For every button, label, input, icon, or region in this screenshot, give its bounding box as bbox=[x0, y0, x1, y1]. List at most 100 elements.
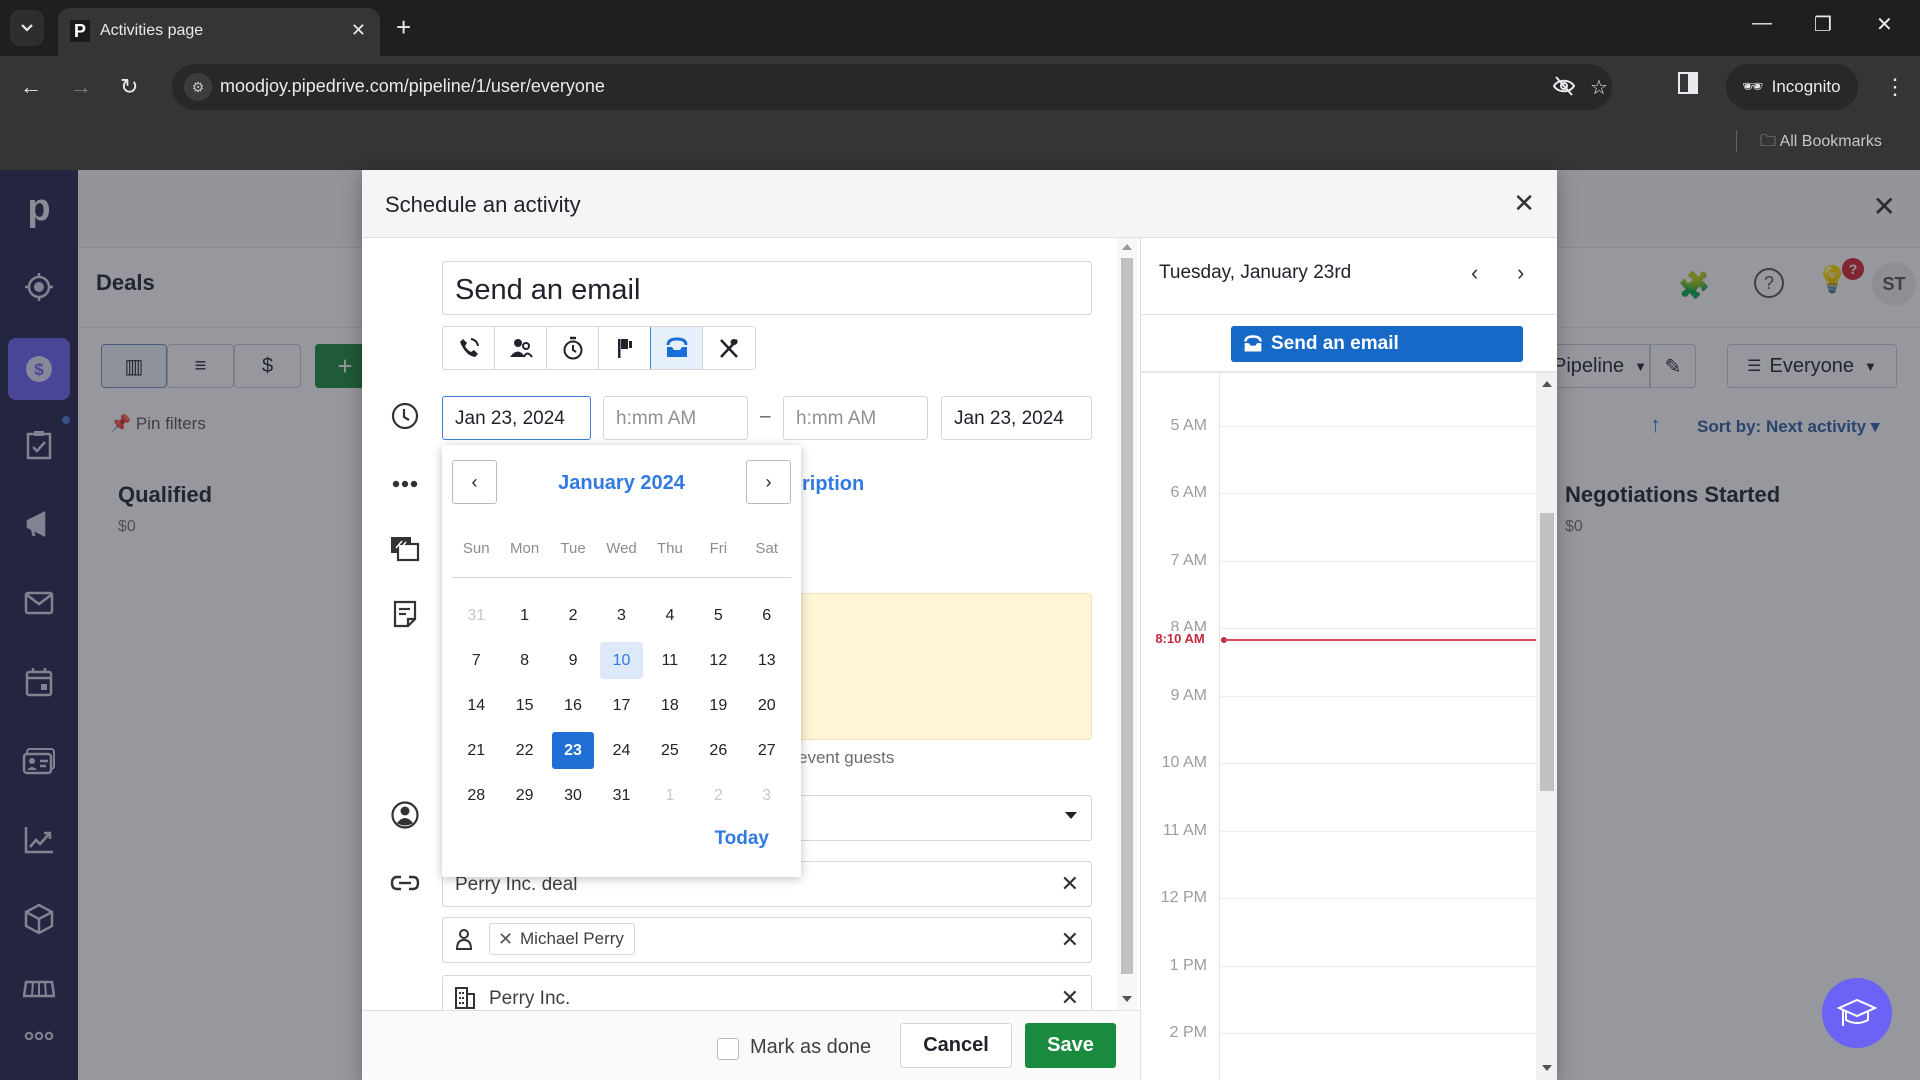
reload-icon[interactable]: ↻ bbox=[120, 74, 138, 100]
type-call-button[interactable] bbox=[443, 327, 495, 369]
calendar-scrollbar[interactable] bbox=[1536, 373, 1557, 1080]
day-cell[interactable]: 28 bbox=[455, 777, 497, 814]
day-cell[interactable]: 10 bbox=[600, 642, 643, 679]
day-cell[interactable]: 31 bbox=[455, 597, 497, 634]
day-cell[interactable]: 1 bbox=[649, 777, 691, 814]
bookmark-star-icon[interactable]: ☆ bbox=[1590, 75, 1608, 100]
type-task-button[interactable] bbox=[547, 327, 599, 369]
scroll-up-arrow-icon[interactable] bbox=[1122, 244, 1132, 250]
new-tab-button[interactable]: + bbox=[396, 12, 411, 42]
start-time-input[interactable]: h:mm AM bbox=[603, 396, 748, 440]
incognito-indicator[interactable]: 🕶 Incognito bbox=[1726, 64, 1858, 110]
assignee-select[interactable] bbox=[762, 795, 1092, 841]
type-deadline-button[interactable] bbox=[599, 327, 651, 369]
day-cell[interactable]: 5 bbox=[697, 597, 739, 634]
day-cell[interactable]: 31 bbox=[600, 777, 642, 814]
weekday-label: Thu bbox=[656, 540, 683, 557]
browser-menu-icon[interactable]: ⋮ bbox=[1884, 74, 1906, 100]
day-cell[interactable]: 14 bbox=[455, 687, 497, 724]
incognito-icon: 🕶 bbox=[1742, 77, 1764, 96]
today-button[interactable]: Today bbox=[714, 828, 769, 850]
day-cell[interactable]: 11 bbox=[649, 642, 691, 679]
day-cell[interactable]: 29 bbox=[503, 777, 545, 814]
back-icon[interactable]: ← bbox=[20, 74, 42, 100]
day-cell[interactable]: 16 bbox=[552, 687, 594, 724]
person-chip: ✕ Michael Perry bbox=[489, 923, 635, 955]
url-text[interactable]: moodjoy.pipedrive.com/pipeline/1/user/ev… bbox=[220, 76, 605, 97]
day-cell[interactable]: 22 bbox=[503, 732, 545, 769]
phone-icon bbox=[459, 338, 479, 357]
day-cell[interactable]: 17 bbox=[600, 687, 642, 724]
calendar-scrollbar-thumb[interactable] bbox=[1540, 513, 1554, 791]
add-description-link[interactable]: ription bbox=[802, 473, 864, 496]
dialog-close-icon[interactable]: ✕ bbox=[1513, 190, 1535, 216]
scroll-down-arrow-icon[interactable] bbox=[1122, 996, 1132, 1002]
scroll-down-arrow-icon[interactable] bbox=[1542, 1065, 1552, 1071]
save-button[interactable]: Save bbox=[1025, 1023, 1116, 1068]
day-cell[interactable]: 25 bbox=[649, 732, 691, 769]
site-settings-icon[interactable]: ⚙ bbox=[184, 73, 212, 101]
browser-tab[interactable]: P Activities page ✕ bbox=[58, 8, 380, 56]
day-cell[interactable]: 7 bbox=[455, 642, 497, 679]
hour-grid[interactable]: 4 AM5 AM6 AM7 AM8 AM9 AM10 AM11 AM12 PM1… bbox=[1141, 373, 1536, 1080]
forward-icon[interactable]: → bbox=[70, 74, 92, 100]
window-close-icon[interactable]: ✕ bbox=[1876, 12, 1893, 37]
academy-help-button[interactable] bbox=[1822, 978, 1892, 1048]
mark-as-done-label[interactable]: Mark as done bbox=[750, 1036, 871, 1059]
mark-as-done-checkbox[interactable] bbox=[717, 1038, 739, 1060]
prev-day-icon[interactable]: ‹ bbox=[1471, 260, 1478, 286]
day-cell-selected[interactable]: 23 bbox=[551, 732, 595, 769]
type-meeting-button[interactable] bbox=[495, 327, 547, 369]
day-cell[interactable]: 13 bbox=[746, 642, 788, 679]
subject-input[interactable]: Send an email bbox=[442, 261, 1092, 315]
type-email-button[interactable] bbox=[650, 327, 704, 369]
day-cell[interactable]: 12 bbox=[697, 642, 739, 679]
minimize-icon[interactable]: — bbox=[1752, 12, 1772, 35]
restore-icon[interactable]: ❐ bbox=[1814, 12, 1832, 37]
end-date-input[interactable]: Jan 23, 2024 bbox=[941, 396, 1092, 440]
side-panel-icon[interactable] bbox=[1678, 72, 1698, 94]
hour-label: 5 AM bbox=[1170, 416, 1207, 434]
clear-deal-icon[interactable]: ✕ bbox=[1061, 873, 1079, 895]
day-cell[interactable]: 3 bbox=[600, 597, 642, 634]
day-cell[interactable]: 8 bbox=[503, 642, 545, 679]
day-cell[interactable]: 1 bbox=[503, 597, 545, 634]
day-cell[interactable]: 27 bbox=[746, 732, 788, 769]
more-options-dots-icon[interactable] bbox=[388, 467, 422, 501]
linked-person-field[interactable]: ✕ Michael Perry ✕ bbox=[442, 917, 1092, 963]
remove-person-icon[interactable]: ✕ bbox=[498, 924, 513, 954]
hour-line bbox=[1221, 425, 1536, 427]
day-cell[interactable]: 3 bbox=[746, 777, 788, 814]
clear-organization-icon[interactable]: ✕ bbox=[1061, 987, 1079, 1009]
start-date-input[interactable]: Jan 23, 2024 bbox=[442, 396, 591, 440]
notes-textarea[interactable] bbox=[762, 593, 1092, 740]
all-bookmarks-button[interactable]: 🗀 All Bookmarks bbox=[1760, 130, 1882, 157]
form-scrollbar-thumb[interactable] bbox=[1121, 258, 1133, 974]
day-cell[interactable]: 18 bbox=[649, 687, 691, 724]
day-cell[interactable]: 15 bbox=[503, 687, 545, 724]
tab-search-button[interactable] bbox=[10, 10, 44, 46]
day-cell[interactable]: 19 bbox=[697, 687, 739, 724]
cancel-button[interactable]: Cancel bbox=[900, 1023, 1012, 1068]
tab-close-icon[interactable]: ✕ bbox=[351, 20, 366, 41]
day-cell[interactable]: 30 bbox=[552, 777, 594, 814]
day-cell[interactable]: 2 bbox=[552, 597, 594, 634]
type-lunch-button[interactable] bbox=[703, 327, 755, 369]
day-cell[interactable]: 9 bbox=[552, 642, 594, 679]
day-cell[interactable]: 21 bbox=[455, 732, 497, 769]
calendar-event[interactable]: Send an email bbox=[1231, 326, 1523, 362]
day-cell[interactable]: 20 bbox=[746, 687, 788, 724]
day-cell[interactable]: 6 bbox=[746, 597, 788, 634]
address-bar[interactable]: ⚙ moodjoy.pipedrive.com/pipeline/1/user/… bbox=[172, 64, 1612, 110]
form-scrollbar[interactable] bbox=[1117, 238, 1137, 1010]
day-cell[interactable]: 4 bbox=[649, 597, 691, 634]
eye-off-icon[interactable] bbox=[1552, 75, 1576, 97]
day-cell[interactable]: 24 bbox=[600, 732, 642, 769]
scroll-up-arrow-icon[interactable] bbox=[1542, 381, 1552, 387]
next-day-icon[interactable]: › bbox=[1517, 260, 1524, 286]
next-month-button[interactable]: › bbox=[746, 460, 791, 504]
end-time-input[interactable]: h:mm AM bbox=[783, 396, 928, 440]
day-cell[interactable]: 2 bbox=[697, 777, 739, 814]
clear-person-icon[interactable]: ✕ bbox=[1061, 929, 1079, 951]
day-cell[interactable]: 26 bbox=[697, 732, 739, 769]
